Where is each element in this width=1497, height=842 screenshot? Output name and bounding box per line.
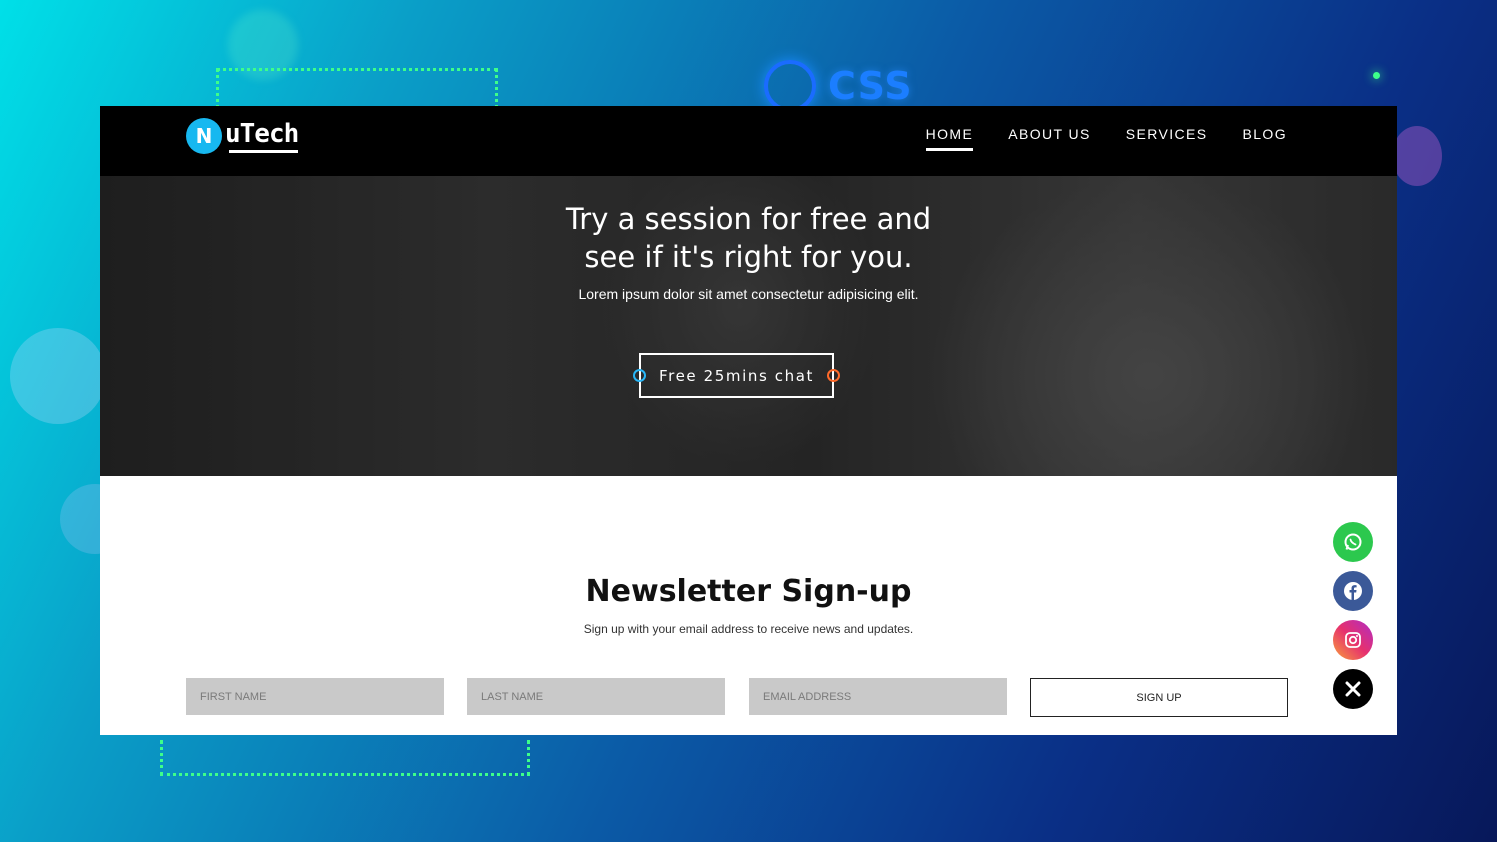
first-name-field[interactable]	[186, 678, 444, 715]
sound-wave-graphic	[247, 754, 457, 794]
hero-title: Try a session for free and see if it's r…	[565, 202, 932, 274]
navbar: N uTech HOME ABOUT US SERVICES BLOG	[100, 106, 1397, 176]
ring-decoration-icon	[827, 369, 840, 382]
free-chat-button[interactable]: Free 25mins chat	[633, 353, 840, 398]
facebook-button[interactable]	[1333, 571, 1373, 611]
nav-menu: HOME ABOUT US SERVICES BLOG	[925, 126, 1287, 151]
brand-name: uTech	[225, 119, 299, 153]
nav-item-blog[interactable]: BLOG	[1242, 126, 1287, 151]
glow-dot	[1373, 72, 1380, 79]
brand-logo[interactable]: N uTech	[186, 118, 299, 154]
free-chat-label: Free 25mins chat	[659, 366, 814, 385]
newsletter-subtitle: Sign up with your email address to recei…	[583, 622, 914, 636]
instagram-icon	[1345, 632, 1361, 648]
logo-icon: N	[186, 118, 222, 154]
whatsapp-icon	[1344, 533, 1362, 551]
hero-content: Try a session for free and see if it's r…	[100, 200, 1397, 302]
bokeh-circle	[1392, 126, 1442, 186]
facebook-icon	[1344, 582, 1362, 600]
whatsapp-button[interactable]	[1333, 522, 1373, 562]
css-ring-icon	[764, 60, 816, 112]
close-icon	[1345, 681, 1361, 697]
nav-item-home[interactable]: HOME	[925, 126, 974, 151]
hero-subtitle: Lorem ipsum dolor sit amet consectetur a…	[578, 286, 919, 302]
last-name-field[interactable]	[467, 678, 725, 715]
hero-section: Try a session for free and see if it's r…	[100, 176, 1397, 476]
instagram-button[interactable]	[1333, 620, 1373, 660]
nav-item-services[interactable]: SERVICES	[1126, 126, 1208, 151]
newsletter-title: Newsletter Sign-up	[585, 574, 912, 609]
css-logo: CSS	[764, 60, 913, 112]
bokeh-circle	[10, 328, 106, 424]
ring-decoration-icon	[633, 369, 646, 382]
email-field[interactable]	[749, 678, 1007, 715]
website-preview: N uTech HOME ABOUT US SERVICES BLOG Try …	[100, 106, 1397, 735]
nav-item-about-us[interactable]: ABOUT US	[1008, 126, 1091, 151]
css-logo-text: CSS	[828, 64, 913, 108]
close-social-button[interactable]	[1333, 669, 1373, 709]
sign-up-button[interactable]: SIGN UP	[1030, 678, 1288, 717]
